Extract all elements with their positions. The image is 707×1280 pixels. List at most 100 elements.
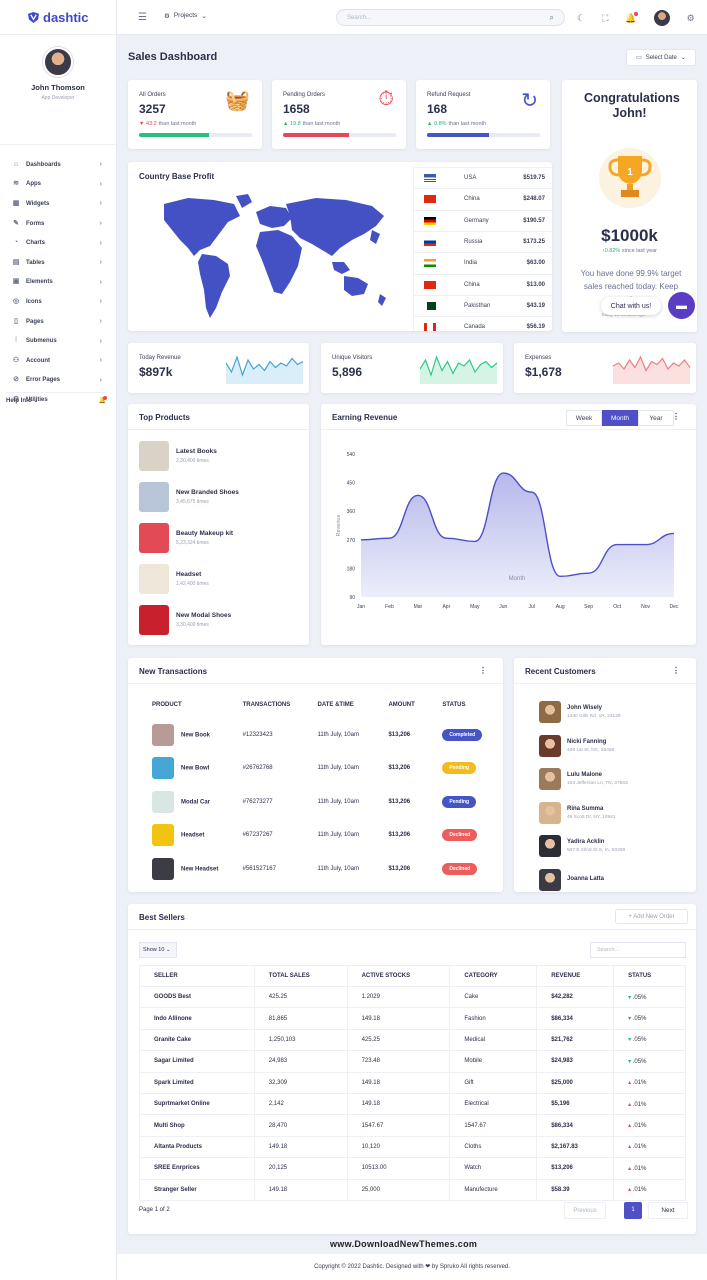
brand-logo[interactable]: dashtic — [0, 0, 116, 35]
show-entries-select[interactable]: Show 10 ⌄ — [139, 942, 177, 958]
chat-with-us-pill[interactable]: Chat with us! — [601, 297, 661, 315]
sidebar-item-elements[interactable]: ▣ Elements › — [0, 273, 116, 293]
status-cell: ▴ .01% — [613, 1178, 686, 1201]
table-row[interactable]: Granite Cake 1,250,103 425.25 Medical $21,76… — [139, 1028, 686, 1052]
more-options-icon[interactable]: ⋮ — [479, 666, 487, 675]
chat-icon[interactable]: ▬ — [668, 292, 695, 319]
sidebar-item-label: Pages — [26, 318, 44, 325]
top-product-item[interactable]: Headset 1,42,400 times — [139, 563, 209, 595]
tab-week[interactable]: Week — [566, 410, 602, 426]
table-row[interactable]: New Headset #561527167 11th July, 10am $13,… — [152, 852, 492, 886]
column-header: TOTAL SALES — [253, 965, 348, 987]
customer-item[interactable]: Yadira Acklin 507 E 22nd St S, IA, 50208 — [539, 834, 625, 858]
active-stocks: 425.25 — [346, 1028, 451, 1052]
table-row[interactable]: New Book #12323423 11th July, 10am $13,206 C… — [152, 718, 492, 752]
table-row[interactable]: Spark Limited 32,309 149.18 Gift $25,000 ▴ .0… — [139, 1071, 686, 1094]
total-sales: 32,309 — [253, 1071, 348, 1094]
country-name: USA — [464, 175, 477, 182]
sidebar-item-charts[interactable]: ◔ Charts › — [0, 233, 116, 253]
sidebar-item-label: Icons — [26, 298, 42, 305]
sidebar-item-dashboards[interactable]: ⌂ Dashboards › — [0, 155, 116, 175]
add-new-order-button[interactable]: + Add New Order — [615, 909, 688, 924]
sliders-icon: ⫶ — [15, 337, 17, 345]
status-badge: Completed — [442, 728, 483, 741]
top-product-item[interactable]: New Branded Shoes 3,45,675 times — [139, 481, 239, 513]
profile-avatar[interactable] — [43, 47, 73, 77]
sidebar-item-apps[interactable]: ≋ Apps › — [0, 175, 116, 195]
transaction-amount: $13,206 — [388, 832, 411, 839]
table-row[interactable]: Multi Shop 28,470 1547.67 1547.67 $86,334 ▴ .… — [139, 1114, 686, 1137]
select-date-button[interactable]: ▭ Select Date ⌄ — [626, 49, 696, 66]
customer-item[interactable]: Nicki Fanning 408 1st St, NC, 28468 — [539, 734, 614, 758]
notification-bell-icon[interactable]: 🔔 — [625, 11, 638, 24]
sidebar-item-label: Elements — [26, 279, 53, 286]
stat-label: Pending Orders — [283, 92, 326, 98]
active-stocks: 1.2029 — [346, 985, 451, 1009]
table-row[interactable]: Headset #67237267 11th July, 10am $13,206 De… — [152, 819, 492, 853]
column-header: AMOUNT — [388, 702, 415, 708]
sidebar-item-forms[interactable]: ✎ Forms › — [0, 214, 116, 234]
header-avatar[interactable] — [653, 10, 670, 26]
seller-name: Multi Shop — [139, 1114, 255, 1137]
table-row[interactable]: Indo Allinone 81,865 149.18 Fashion $86,334 ▾… — [139, 1007, 686, 1030]
top-product-item[interactable]: New Modal Shoes 3,30,400 times — [139, 604, 231, 636]
sidebar-item-tables[interactable]: ▤ Tables › — [0, 253, 116, 273]
next-page-button[interactable]: Next — [648, 1202, 688, 1219]
chevron-right-icon: › — [99, 298, 102, 306]
sidebar-item-icons[interactable]: ◎ Icons › — [0, 292, 116, 312]
sidebar-item-error-pages[interactable]: ⊘ Error Pages › — [0, 371, 116, 391]
table-row[interactable]: SREE Enrprices 20,125 10513.00 Watch $13,206… — [139, 1157, 686, 1180]
tab-year[interactable]: Year — [638, 410, 674, 426]
status-cell: ▴ .01% — [613, 1092, 686, 1116]
earning-revenue-card: Earning Revenue Week Month Year ⋮ 90 180 270… — [321, 404, 696, 645]
status-badge: Declined — [442, 862, 478, 875]
help-info[interactable]: Help Info ⌄ 🔔 — [6, 392, 107, 404]
projects-dropdown[interactable]: ⚙ Projects ⌄ — [164, 12, 207, 20]
tab-month[interactable]: Month — [602, 410, 638, 426]
more-options-icon[interactable]: ⋮ — [672, 666, 680, 675]
table-row[interactable]: Altanta Products 149.18 10,120 Cloths $2,167… — [139, 1135, 686, 1159]
table-row[interactable]: Modal Car #76273277 11th July, 10am $13,206… — [152, 785, 492, 819]
previous-page-button[interactable]: Previous — [564, 1202, 606, 1219]
more-options-icon[interactable]: ⋮ — [672, 412, 680, 421]
search-icon[interactable]: ⌕ — [550, 13, 554, 23]
aperture-icon: ◎ — [12, 297, 20, 305]
table-row[interactable]: GOODS Best 425.25 1.2029 Cake $42,282 ▾ .05% — [139, 985, 686, 1009]
trophy-icon: 1 — [599, 148, 661, 208]
product-sub: 5,23,324 times — [176, 540, 209, 546]
sidebar-item-label: Error Pages — [26, 377, 61, 384]
bell-icon[interactable]: 🔔 — [99, 396, 107, 404]
stat-card-pending-orders: Pending Orders 1658 ▲ 19.8 than last month ⏱ — [272, 80, 406, 149]
stat-progress-fill — [139, 133, 210, 137]
customer-item[interactable]: Lulu Malone 104 Jefferson Ln, TN, 37643 — [539, 767, 628, 791]
sidebar-item-pages[interactable]: ▯ Pages › — [0, 312, 116, 332]
total-sales: 425.25 — [253, 985, 348, 1009]
search-input[interactable]: Search... ⌕ — [336, 9, 565, 26]
top-product-item[interactable]: Latest Books 2,30,400 times — [139, 440, 217, 472]
table-row[interactable]: Suprtmarket Online 2,142 149.18 Electrical $… — [139, 1092, 686, 1116]
revenue: $25,000 — [536, 1071, 615, 1094]
customer-item[interactable]: Rina Summa 49 Scott Dr, NY, 10941 — [539, 801, 615, 825]
sidebar-item-widgets[interactable]: ▦ Widgets › — [0, 194, 116, 214]
customer-item[interactable]: John Wisely 1340 Gills Rd, VA, 23139 — [539, 700, 621, 724]
fullscreen-icon[interactable]: ⛶ — [602, 13, 608, 24]
sidebar-item-submenus[interactable]: ⫶ Submenus › — [0, 331, 116, 351]
sidebar-item-account[interactable]: ⚇ Account › — [0, 351, 116, 371]
country-amount: $248.07 — [523, 196, 545, 203]
table-row[interactable]: New Bowl #26762768 11th July, 10am $13,206 P… — [152, 752, 492, 786]
total-sales: 20,125 — [253, 1157, 348, 1180]
table-icon: ▤ — [12, 258, 20, 266]
table-row[interactable]: Sagar Limited 24,983 723.48 Mobile $24,983 ▾ … — [139, 1050, 686, 1073]
table-row[interactable]: Stranger Seller 149.18 25,000 Manufecture $5… — [139, 1178, 686, 1201]
congrats-growth: ↑0.82% since last year — [601, 248, 658, 254]
customer-item[interactable]: Joanna Latta — [539, 868, 604, 892]
menu-toggle-icon[interactable]: ☰ — [138, 12, 147, 23]
column-header: ACTIVE STOCKS — [346, 965, 451, 987]
dark-mode-icon[interactable]: ☾ — [577, 13, 585, 24]
sparkline — [226, 355, 304, 384]
settings-icon[interactable]: ⚙ — [687, 13, 695, 24]
top-product-item[interactable]: Beauty Makeup kit 5,23,324 times — [139, 522, 233, 554]
best-sellers-search-input[interactable]: Search... — [590, 942, 686, 958]
customer-name: Joanna Latta — [567, 875, 605, 882]
page-1-button[interactable]: 1 — [624, 1202, 642, 1219]
